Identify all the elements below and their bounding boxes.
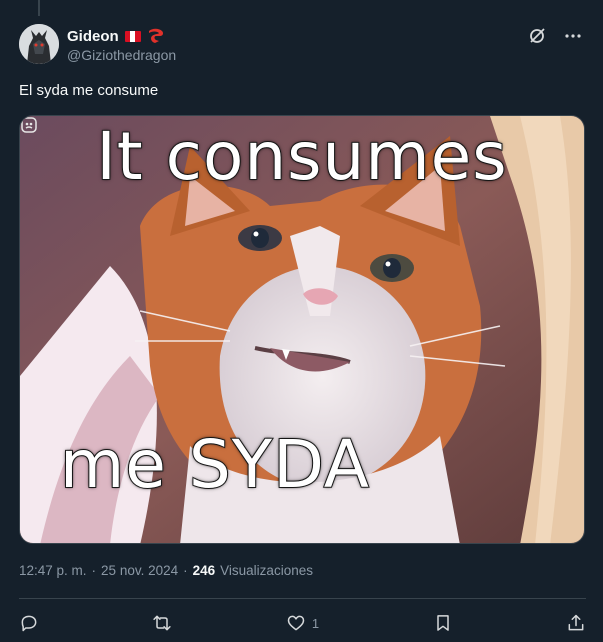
red-dragon-icon [148,28,163,43]
bookmark-icon [436,615,449,631]
meta-separator: · [91,563,97,578]
header-actions [527,26,583,46]
retweet-button[interactable] [152,613,172,633]
bookmark-button[interactable] [433,613,453,633]
reply-icon [21,615,37,632]
views-label[interactable]: Visualizaciones [220,563,313,578]
like-button[interactable]: 1 [286,613,319,633]
like-count: 1 [311,615,320,631]
tweet-media-image[interactable]: It consumes me SYDA [19,115,585,544]
retweet-icon [153,615,172,631]
meme-caption-bottom: me SYDA [59,425,370,504]
display-name[interactable]: Gideon [67,28,119,45]
meme-caption-top: It consumes [95,117,508,196]
tweet-text: El syda me consume [19,82,159,99]
grok-button[interactable] [527,26,547,46]
tweet-header: Gideon @Giziothedragon [19,24,591,68]
grok-icon [530,28,545,43]
peru-flag-icon [124,30,141,42]
views-count[interactable]: 246 [193,563,216,578]
author-names: Gideon @Giziothedragon [67,26,176,64]
display-name-row: Gideon [67,26,176,46]
thread-connector-line [38,0,40,16]
tweet-time[interactable]: 12:47 p. m. [19,563,87,578]
share-button[interactable] [566,613,586,633]
reply-button[interactable] [19,613,39,633]
divider [19,598,586,599]
tweet-meta: 12:47 p. m. · 25 nov. 2024 · 246 Visuali… [19,563,313,578]
tweet-date[interactable]: 25 nov. 2024 [101,563,178,578]
content-warning-icon[interactable] [20,116,38,134]
more-icon [565,34,581,38]
heart-icon [287,615,305,631]
more-options-button[interactable] [563,26,583,46]
meta-separator-2: · [183,563,188,578]
author-handle[interactable]: @Giziothedragon [67,47,176,63]
tweet-detail: Gideon @Giziothedragon El syda me consum… [0,0,603,642]
share-icon [568,614,584,631]
tweet-actions: 1 [19,608,586,638]
avatar[interactable] [19,24,59,64]
